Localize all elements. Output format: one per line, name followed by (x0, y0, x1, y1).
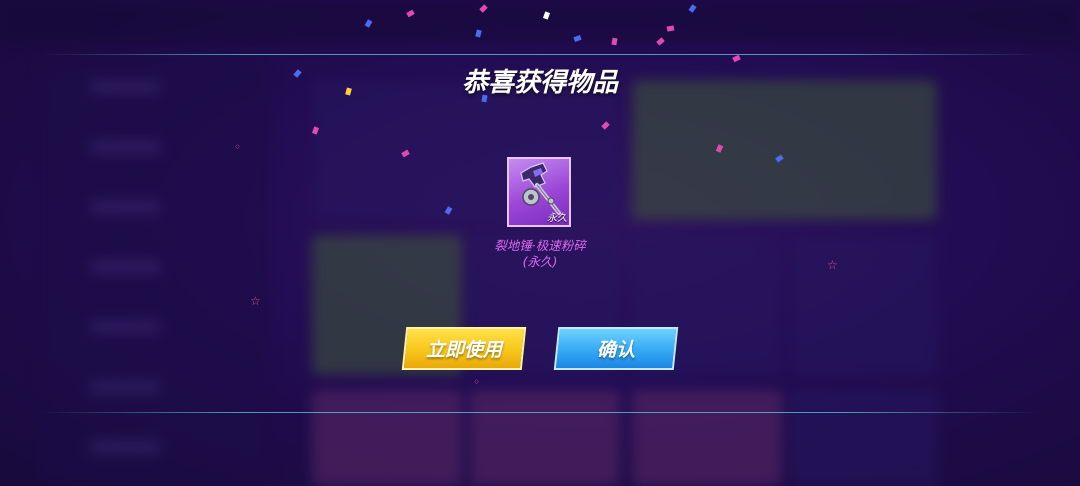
bottom-divider-line (40, 412, 1040, 413)
item-duration: (永久) (522, 254, 558, 269)
reward-item-card[interactable]: 永久 (507, 157, 571, 227)
top-divider-line (40, 54, 1040, 55)
use-now-button-label: 立即使用 (425, 339, 502, 361)
use-now-button[interactable]: 立即使用 (401, 327, 527, 370)
confirm-button[interactable]: 确认 (553, 327, 679, 370)
item-permanent-tag: 永久 (547, 213, 567, 224)
confirm-button-label: 确认 (596, 339, 635, 361)
reward-dialog-title: 恭喜获得物品 (461, 68, 618, 98)
